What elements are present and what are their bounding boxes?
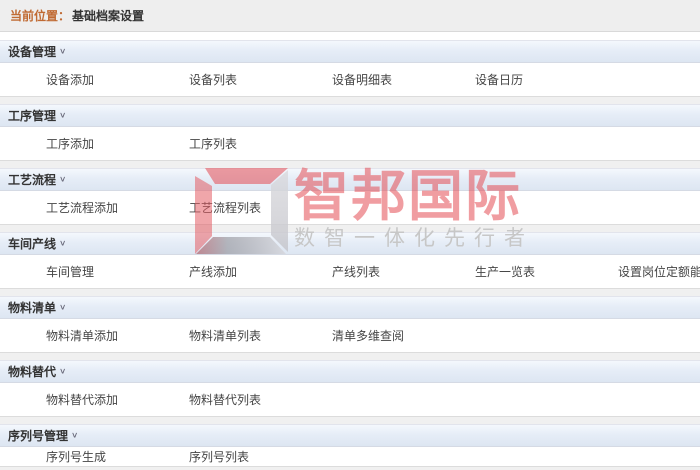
section-items-row: 序列号生成 序列号列表 — [0, 447, 700, 466]
menu-item-cell: 序列号生成 — [0, 448, 143, 466]
section-divider — [0, 352, 700, 360]
breadcrumb: 当前位置： 基础档案设置 — [0, 0, 700, 32]
section-header[interactable]: 车间产线 ∨ — [0, 232, 700, 255]
menu-link[interactable]: 序列号生成 — [46, 450, 106, 464]
page: 当前位置： 基础档案设置 设备管理 ∨ 设备添加 设备列表 设备明细表 设备日历 工序… — [0, 0, 700, 470]
chevron-down-icon: ∨ — [59, 367, 66, 376]
section-header[interactable]: 工艺流程 ∨ — [0, 168, 700, 191]
menu-link[interactable]: 序列号列表 — [189, 450, 249, 464]
page-title: 基础档案设置 — [72, 7, 144, 24]
menu-item-cell: 序列号列表 — [143, 448, 286, 466]
section-divider — [0, 466, 700, 470]
menu-link[interactable]: 产线列表 — [332, 265, 380, 279]
section-4: 物料清单 ∨ 物料清单添加 物料清单列表 清单多维查阅 — [0, 296, 700, 360]
section-6: 序列号管理 ∨ 序列号生成 序列号列表 — [0, 424, 700, 470]
menu-link[interactable]: 设备日历 — [475, 73, 523, 87]
section-header[interactable]: 序列号管理 ∨ — [0, 424, 700, 447]
menu-link[interactable]: 物料替代添加 — [46, 393, 118, 407]
menu-item-cell: 设备列表 — [143, 71, 286, 89]
section-divider — [0, 96, 700, 104]
section-title: 物料清单 — [8, 299, 56, 316]
chevron-down-icon: ∨ — [59, 111, 66, 120]
menu-link[interactable]: 物料清单添加 — [46, 329, 118, 343]
menu-link[interactable]: 工序列表 — [189, 137, 237, 151]
section-0: 设备管理 ∨ 设备添加 设备列表 设备明细表 设备日历 — [0, 40, 700, 104]
section-2: 工艺流程 ∨ 工艺流程添加 工艺流程列表 — [0, 168, 700, 232]
menu-link[interactable]: 生产一览表 — [475, 265, 535, 279]
menu-link[interactable]: 设备明细表 — [332, 73, 392, 87]
menu-item-cell: 工艺流程列表 — [143, 199, 286, 217]
section-divider — [0, 160, 700, 168]
chevron-down-icon: ∨ — [59, 175, 66, 184]
section-3: 车间产线 ∨ 车间管理 产线添加 产线列表 生产一览表 设置岗位定额能力 — [0, 232, 700, 296]
section-items-row: 工艺流程添加 工艺流程列表 — [0, 191, 700, 224]
section-title: 车间产线 — [8, 235, 56, 252]
menu-link[interactable]: 工艺流程添加 — [46, 201, 118, 215]
section-title: 设备管理 — [8, 43, 56, 60]
chevron-down-icon: ∨ — [59, 47, 66, 56]
section-divider — [0, 288, 700, 296]
section-title: 序列号管理 — [8, 427, 68, 444]
section-1: 工序管理 ∨ 工序添加 工序列表 — [0, 104, 700, 168]
menu-item-cell: 清单多维查阅 — [286, 327, 429, 345]
section-5: 物料替代 ∨ 物料替代添加 物料替代列表 — [0, 360, 700, 424]
menu-item-cell: 设备明细表 — [286, 71, 429, 89]
section-items-row: 物料清单添加 物料清单列表 清单多维查阅 — [0, 319, 700, 352]
menu-item-cell: 物料清单列表 — [143, 327, 286, 345]
section-header[interactable]: 工序管理 ∨ — [0, 104, 700, 127]
section-title: 物料替代 — [8, 363, 56, 380]
section-header[interactable]: 设备管理 ∨ — [0, 40, 700, 63]
menu-link[interactable]: 设备添加 — [46, 73, 94, 87]
section-items-row: 工序添加 工序列表 — [0, 127, 700, 160]
menu-link[interactable]: 车间管理 — [46, 265, 94, 279]
section-title: 工艺流程 — [8, 171, 56, 188]
sections-container: 设备管理 ∨ 设备添加 设备列表 设备明细表 设备日历 工序管理 ∨ 工序添加 工序列表… — [0, 40, 700, 470]
chevron-down-icon: ∨ — [71, 431, 78, 440]
section-header[interactable]: 物料清单 ∨ — [0, 296, 700, 319]
chevron-down-icon: ∨ — [59, 303, 66, 312]
spacer — [0, 32, 700, 40]
menu-link[interactable]: 产线添加 — [189, 265, 237, 279]
menu-item-cell: 工序添加 — [0, 135, 143, 153]
menu-item-cell: 设备添加 — [0, 71, 143, 89]
breadcrumb-label: 当前位置： — [10, 7, 70, 24]
section-items-row: 车间管理 产线添加 产线列表 生产一览表 设置岗位定额能力 — [0, 255, 700, 288]
section-divider — [0, 416, 700, 424]
menu-item-cell: 车间管理 — [0, 263, 143, 281]
menu-item-cell: 物料清单添加 — [0, 327, 143, 345]
menu-link[interactable]: 工序添加 — [46, 137, 94, 151]
section-divider — [0, 224, 700, 232]
menu-item-cell: 生产一览表 — [429, 263, 572, 281]
section-header[interactable]: 物料替代 ∨ — [0, 360, 700, 383]
menu-item-cell: 产线添加 — [143, 263, 286, 281]
chevron-down-icon: ∨ — [59, 239, 66, 248]
menu-item-cell: 设备日历 — [429, 71, 572, 89]
menu-item-cell: 物料替代添加 — [0, 391, 143, 409]
menu-link[interactable]: 设置岗位定额能力 — [618, 265, 700, 279]
menu-link[interactable]: 物料清单列表 — [189, 329, 261, 343]
menu-item-cell: 工序列表 — [143, 135, 286, 153]
menu-link[interactable]: 清单多维查阅 — [332, 329, 404, 343]
menu-item-cell: 设置岗位定额能力 — [572, 263, 700, 281]
menu-link[interactable]: 物料替代列表 — [189, 393, 261, 407]
menu-item-cell: 产线列表 — [286, 263, 429, 281]
menu-item-cell: 物料替代列表 — [143, 391, 286, 409]
section-items-row: 设备添加 设备列表 设备明细表 设备日历 — [0, 63, 700, 96]
menu-link[interactable]: 工艺流程列表 — [189, 201, 261, 215]
section-title: 工序管理 — [8, 107, 56, 124]
menu-item-cell: 工艺流程添加 — [0, 199, 143, 217]
menu-link[interactable]: 设备列表 — [189, 73, 237, 87]
section-items-row: 物料替代添加 物料替代列表 — [0, 383, 700, 416]
